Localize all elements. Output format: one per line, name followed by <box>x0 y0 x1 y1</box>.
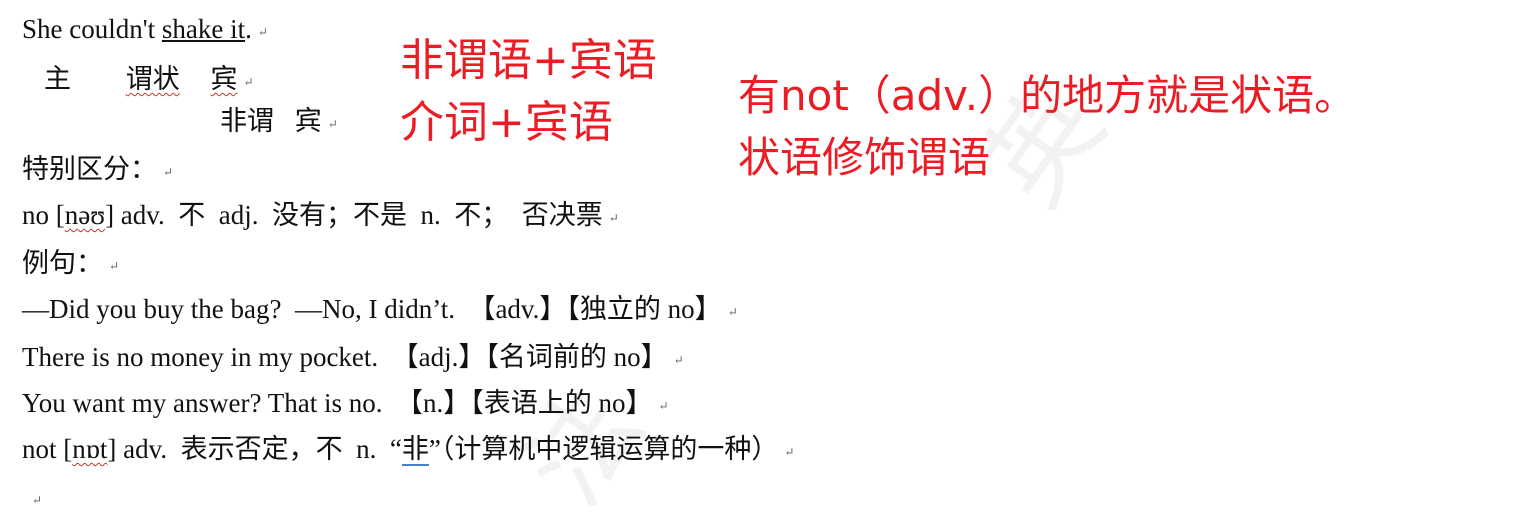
paragraph-mark: ↵ <box>608 210 619 225</box>
paragraph-mark: ↵ <box>327 116 338 131</box>
paragraph-mark: ↵ <box>784 444 795 459</box>
nonpredicate-line: 非谓 宾 ↵ <box>220 104 338 141</box>
sentence-text: She couldn't <box>22 14 162 44</box>
empty-paragraph: ↵ <box>22 480 42 517</box>
paragraph-mark: ↵ <box>727 304 738 319</box>
definition-word: not [ <box>22 434 73 464</box>
role-nonpredicate: 非谓 <box>220 106 274 136</box>
sentence-period: . <box>245 14 252 44</box>
example-text: You want my answer? That is no. 【n.】【表语上… <box>22 388 653 418</box>
paragraph-mark: ↵ <box>243 74 254 89</box>
annotation-adverbial-modifies: 状语修饰谓语 <box>738 133 991 182</box>
role-subject: 主 <box>44 64 71 94</box>
examples-heading: 例句： ↵ <box>22 246 119 283</box>
heading-text: 例句： <box>22 248 103 278</box>
example-sentence: There is no money in my pocket. 【adj.】【名… <box>22 340 684 377</box>
paragraph-mark: ↵ <box>32 492 43 507</box>
example-text: —Did you buy the bag? —No, I didn’t. 【ad… <box>22 294 722 324</box>
definition-no: no [nəʊ] adv. 不 adj. 没有；不是 n. 不； 否决票 ↵ <box>22 198 619 235</box>
paragraph-mark: ↵ <box>257 24 268 39</box>
definition-text: ”（计算机中逻辑运算的一种） <box>428 434 779 464</box>
annotation-adverbial-rule: 有not（adv.）的地方就是状语。 <box>738 71 1357 120</box>
paragraph-mark: ↵ <box>163 164 174 179</box>
underlined-phrase: shake it <box>161 14 246 44</box>
definition-text: ] adv. 表示否定，不 n. “ <box>107 434 402 464</box>
phonetic: nəʊ <box>64 200 106 230</box>
definition-text: ] adv. 不 adj. 没有；不是 n. 不； 否决票 <box>105 200 603 230</box>
example-sentence: You want my answer? That is no. 【n.】【表语上… <box>22 386 669 423</box>
role-predicate-adverbial: 谓状 <box>125 64 180 94</box>
paragraph-mark: ↵ <box>109 258 120 273</box>
example-sentence: —Did you buy the bag? —No, I didn’t. 【ad… <box>22 292 738 329</box>
grammar-roles-line: 主 谓状 宾 ↵ <box>44 62 254 99</box>
role-object: 宾 <box>210 64 238 94</box>
annotation-nonpredicate-object: 非谓语+宾语 <box>400 35 657 86</box>
paragraph-mark: ↵ <box>658 398 669 413</box>
definition-not: not [nɒt] adv. 表示否定，不 n. “非”（计算机中逻辑运算的一种… <box>22 432 794 469</box>
example-text: There is no money in my pocket. 【adj.】【名… <box>22 342 668 372</box>
heading-text: 特别区分： <box>22 154 157 184</box>
role-object: 宾 <box>294 106 322 136</box>
phonetic: nɒt <box>72 434 108 464</box>
section-heading: 特别区分： ↵ <box>22 152 173 189</box>
annotation-preposition-object: 介词+宾语 <box>400 97 613 148</box>
definition-word: no [ <box>22 200 65 230</box>
sentence-line: She couldn't shake it. ↵ <box>22 12 268 49</box>
highlighted-word: 非 <box>401 434 429 466</box>
paragraph-mark: ↵ <box>673 352 684 367</box>
